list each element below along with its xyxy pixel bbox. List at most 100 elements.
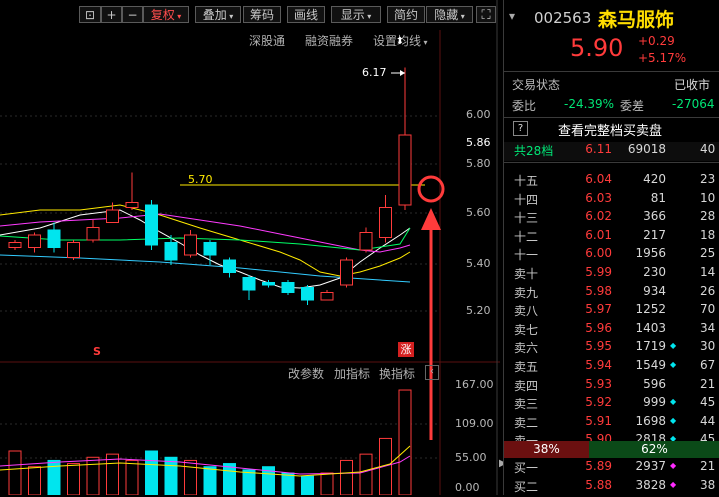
candle-up — [340, 257, 353, 288]
candle-down — [203, 240, 217, 265]
drag-handle-icon[interactable]: ⬍ — [396, 36, 404, 47]
level-label: 卖九 — [514, 285, 539, 300]
weicha-value: -27064 — [672, 97, 715, 111]
level-qty: 1698 — [635, 413, 666, 428]
volume-tick: 167.00 — [455, 378, 494, 391]
level-price: 5.88 — [585, 477, 612, 492]
volume-bar — [28, 466, 41, 495]
level-ext: 34 — [700, 320, 716, 335]
candle-up — [359, 227, 373, 253]
level-ext: 26 — [700, 283, 716, 298]
level-price: 5.91 — [585, 413, 612, 428]
price-tick: 6.00 — [466, 108, 491, 121]
level-price: 6.03 — [585, 190, 612, 205]
order-level-row[interactable]: 卖四 5.93 596 21 — [504, 377, 719, 396]
level-ext: 38 — [700, 477, 716, 492]
order-level-row[interactable]: 卖五 5.94 1549 ◆ 67 — [504, 358, 719, 377]
order-level-row[interactable]: 卖二 5.91 1698 ◆ 44 — [504, 414, 719, 433]
stock-code: 002563 — [534, 9, 592, 27]
volume-bar — [145, 450, 158, 495]
edit-params-link[interactable]: 改参数 — [288, 365, 324, 382]
level-ext: 70 — [700, 302, 716, 317]
level-label: 十二 — [514, 229, 539, 244]
volume-bars — [8, 389, 412, 495]
level-price: 6.00 — [585, 246, 612, 261]
order-level-row[interactable]: 卖七 5.96 1403 34 — [504, 321, 719, 340]
order-level-row[interactable]: 十三 6.02 366 28 — [504, 209, 719, 228]
last-price: 5.90 — [570, 34, 624, 62]
arrow-head — [421, 208, 441, 230]
price-change-pct: +5.17% — [638, 51, 687, 65]
level-ext: 23 — [700, 172, 716, 186]
level-price: 5.92 — [585, 395, 612, 410]
level-qty: 596 — [643, 376, 666, 391]
volume-bar — [125, 459, 139, 495]
order-level-row[interactable]: 十一 6.00 1956 25 — [504, 246, 719, 265]
chart-svg: ⬍ — [0, 0, 500, 495]
order-level-row[interactable]: 卖三 5.92 999 ◆ 45 — [504, 395, 719, 414]
volume-bar — [106, 453, 119, 495]
order-level-row[interactable]: 买一 5.89 2937 ◆ 21 — [504, 459, 719, 478]
level-price: 5.97 — [585, 302, 612, 317]
candle-down — [145, 200, 158, 250]
divider — [504, 71, 719, 72]
level-qty: 420 — [643, 172, 666, 186]
candle-up — [320, 290, 334, 301]
level-qty: 3828 — [635, 477, 666, 492]
level-ext: 18 — [700, 227, 716, 242]
candle-up — [379, 195, 392, 243]
volume-bar — [203, 466, 217, 495]
total-levels-price: 6.11 — [585, 142, 612, 156]
level-label: 十一 — [514, 248, 539, 263]
volume-bar — [301, 475, 314, 495]
highlight-circle — [417, 175, 445, 203]
level-marker: ◆ — [670, 415, 677, 425]
level-price: 5.93 — [585, 376, 612, 391]
candle-up — [67, 240, 80, 260]
level-qty: 230 — [643, 265, 666, 279]
level-marker: ◆ — [670, 479, 677, 489]
volume-bar — [67, 463, 80, 495]
order-level-row[interactable]: 买二 5.88 3828 ◆ 38 — [504, 478, 719, 497]
volume-bar — [281, 472, 295, 495]
order-level-row[interactable]: 十二 6.01 217 18 — [504, 228, 719, 247]
full-book-link[interactable]: 查看完整档买卖盘 — [558, 120, 662, 139]
level-marker: ◆ — [670, 341, 677, 351]
chart-grid — [0, 115, 440, 459]
collapse-icon[interactable]: ‹ — [425, 365, 439, 380]
order-level-row[interactable]: 十四 6.03 81 10 — [504, 191, 719, 210]
kline-chart-area[interactable]: ⊡ + − 复权 ▾ 叠加 ▾ 筹码 画线 显示 ▾ 简约 隐藏 ▾ ⛶ 深股通… — [0, 0, 500, 495]
volume-bar — [223, 463, 236, 495]
level-qty: 1549 — [635, 358, 666, 372]
level-qty: 1956 — [635, 246, 666, 261]
order-level-row[interactable]: 卖九 5.98 934 26 — [504, 284, 719, 303]
level-price: 5.89 — [585, 459, 612, 473]
price-tick: 5.60 — [466, 206, 491, 219]
level-ext: 28 — [700, 209, 716, 224]
divider — [504, 162, 719, 163]
level-label: 十五 — [514, 174, 539, 188]
level-label: 卖十 — [514, 267, 539, 281]
level-label: 卖二 — [514, 415, 539, 430]
level-ext: 67 — [700, 358, 716, 372]
order-level-row[interactable]: 卖十 5.99 230 14 — [504, 265, 719, 284]
level-label: 卖六 — [514, 341, 539, 356]
help-icon[interactable]: ? — [513, 121, 528, 136]
order-level-row[interactable]: 卖八 5.97 1252 70 — [504, 302, 719, 321]
level-label: 卖五 — [514, 360, 539, 374]
order-level-row[interactable]: 十五 6.04 420 23 — [504, 172, 719, 191]
level-price: 5.96 — [585, 320, 612, 335]
add-indicator-link[interactable]: 加指标 — [334, 365, 370, 382]
switch-indicator-link[interactable]: 换指标 — [379, 365, 415, 382]
level-ext: 25 — [700, 246, 716, 261]
candle-up — [398, 67, 412, 210]
price-tick: 5.20 — [466, 304, 491, 317]
level-label: 十四 — [514, 192, 539, 207]
level-price: 5.95 — [585, 339, 612, 354]
candle-up — [125, 172, 139, 210]
order-level-row[interactable]: 卖六 5.95 1719 ◆ 30 — [504, 339, 719, 358]
total-levels-qty: 69018 — [627, 142, 666, 156]
volume-bar — [359, 453, 373, 495]
level-qty: 1252 — [635, 302, 666, 317]
dropdown-icon[interactable]: ▾ — [509, 9, 515, 23]
